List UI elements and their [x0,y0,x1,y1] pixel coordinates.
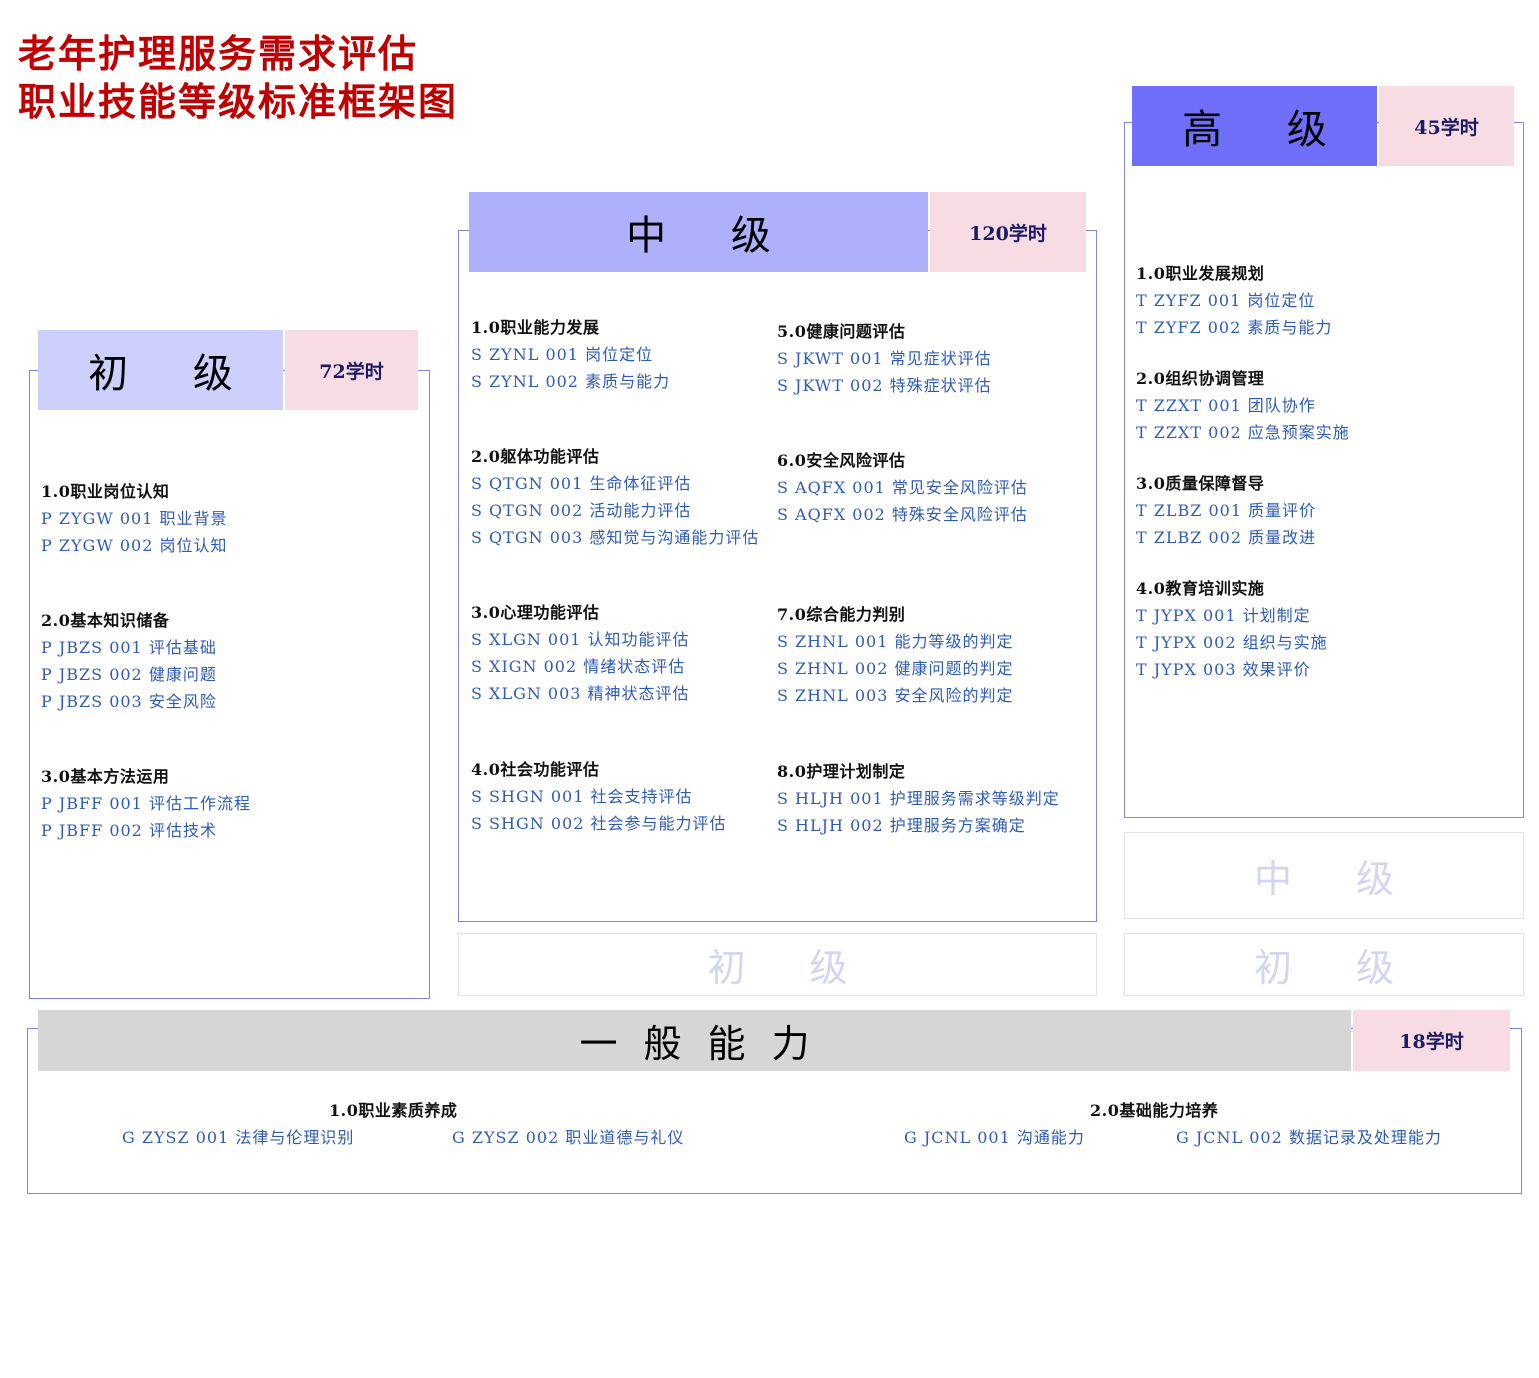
primary-group-2: 2.0基本知识储备 P JBZS 001 评估基础 P JBZS 002 健康问… [41,607,217,715]
intermediate-group-3: 3.0心理功能评估 S XLGN 001 认知功能评估 S XIGN 002 情… [471,599,690,707]
group-title: 3.0心理功能评估 [471,603,600,622]
unit-item: P JBFF 002 评估技术 [41,821,217,840]
intermediate-group-4: 4.0社会功能评估 S SHGN 001 社会支持评估 S SHGN 002 社… [471,756,726,837]
unit-item: T ZLBZ 001 质量评价 [1136,501,1317,520]
unit-item: P ZYGW 002 岗位认知 [41,536,228,555]
unit-item: S JKWT 002 特殊症状评估 [777,376,992,395]
intermediate-level-header: 中 级 [469,192,928,272]
intermediate-hours-badge: 120学时 [930,192,1086,272]
general-group-1-item-1: G ZYSZ 001 法律与伦理识别 [122,1124,354,1151]
unit-item: T JYPX 003 效果评价 [1136,660,1311,679]
advanced-hours-badge: 45学时 [1379,86,1514,166]
group-title: 2.0基础能力培养 [1090,1101,1219,1120]
general-group-2-item-1: G JCNL 001 沟通能力 [904,1124,1085,1151]
group-title: 1.0职业发展规划 [1136,264,1265,283]
unit-item: S HLJH 001 护理服务需求等级判定 [777,789,1060,808]
unit-item: T ZZXT 001 团队协作 [1136,396,1316,415]
unit-item: S QTGN 003 感知觉与沟通能力评估 [471,528,760,547]
unit-item: S QTGN 002 活动能力评估 [471,501,692,520]
general-hours-badge: 18学时 [1353,1010,1510,1071]
unit-item: T ZLBZ 002 质量改进 [1136,528,1317,547]
group-title: 2.0基本知识储备 [41,611,170,630]
general-group-2-title-wrap: 2.0基础能力培养 [1090,1097,1218,1124]
group-title: 8.0护理计划制定 [777,762,906,781]
primary-level-header: 初 级 [38,330,283,410]
unit-item: S QTGN 001 生命体征评估 [471,474,692,493]
group-title: 5.0健康问题评估 [777,322,906,341]
unit-item: S AQFX 001 常见安全风险评估 [777,478,1028,497]
unit-item: S JKWT 001 常见症状评估 [777,349,992,368]
group-title: 3.0质量保障督导 [1136,474,1265,493]
unit-item: P JBZS 002 健康问题 [41,665,217,684]
unit-item: S ZHNL 001 能力等级的判定 [777,632,1014,651]
group-title: 4.0社会功能评估 [471,760,600,779]
unit-item: T ZYFZ 002 素质与能力 [1136,318,1333,337]
group-title: 1.0职业素质养成 [329,1101,458,1120]
group-title: 1.0职业能力发展 [471,318,600,337]
unit-item: P JBZS 001 评估基础 [41,638,217,657]
group-title: 2.0组织协调管理 [1136,369,1265,388]
intermediate-group-1: 1.0职业能力发展 S ZYNL 001 岗位定位 S ZYNL 002 素质与… [471,314,670,395]
advanced-group-3: 3.0质量保障督导 T ZLBZ 001 质量评价 T ZLBZ 002 质量改… [1136,470,1316,551]
unit-item: S HLJH 002 护理服务方案确定 [777,816,1026,835]
advanced-level-header: 高 级 [1132,86,1377,166]
general-group-1-item-2: G ZYSZ 002 职业道德与礼仪 [452,1124,684,1151]
unit-item: T JYPX 001 计划制定 [1136,606,1311,625]
advanced-group-2: 2.0组织协调管理 T ZZXT 001 团队协作 T ZZXT 002 应急预… [1136,365,1350,446]
unit-item: S ZYNL 001 岗位定位 [471,345,654,364]
unit-item: S ZHNL 003 安全风险的判定 [777,686,1014,705]
unit-item: P JBFF 001 评估工作流程 [41,794,251,813]
general-group-1-title-wrap: 1.0职业素质养成 [329,1097,457,1124]
unit-item: G ZYSZ 001 法律与伦理识别 [122,1128,355,1147]
primary-hours-badge: 72学时 [285,330,418,410]
primary-group-1: 1.0职业岗位认知 P ZYGW 001 职业背景 P ZYGW 002 岗位认… [41,478,227,559]
unit-item: S XLGN 003 精神状态评估 [471,684,690,703]
unit-item: S AQFX 002 特殊安全风险评估 [777,505,1028,524]
unit-item: S XLGN 001 认知功能评估 [471,630,690,649]
intermediate-group-7: 7.0综合能力判别 S ZHNL 001 能力等级的判定 S ZHNL 002 … [777,601,1013,709]
advanced-ghost-intermediate-label: 中 级 [1253,857,1421,901]
intermediate-group-8: 8.0护理计划制定 S HLJH 001 护理服务需求等级判定 S HLJH 0… [777,758,1060,839]
unit-item: S SHGN 002 社会参与能力评估 [471,814,727,833]
title-line-1: 老年护理服务需求评估 [18,31,419,76]
unit-item: P ZYGW 001 职业背景 [41,509,228,528]
unit-item: S SHGN 001 社会支持评估 [471,787,693,806]
group-title: 7.0综合能力判别 [777,605,906,624]
unit-item: S XIGN 002 情绪状态评估 [471,657,686,676]
advanced-group-4: 4.0教育培训实施 T JYPX 001 计划制定 T JYPX 002 组织与… [1136,575,1328,683]
group-title: 2.0躯体功能评估 [471,447,600,466]
unit-item: G ZYSZ 002 职业道德与礼仪 [452,1128,685,1147]
intermediate-ghost-primary-label: 初 级 [707,946,874,990]
unit-item: S ZYNL 002 素质与能力 [471,372,671,391]
group-title: 1.0职业岗位认知 [41,482,170,501]
unit-item: T ZYFZ 001 岗位定位 [1136,291,1316,310]
general-level-header: 一般能力 [38,1010,1351,1071]
group-title: 6.0安全风险评估 [777,451,906,470]
group-title: 4.0教育培训实施 [1136,579,1265,598]
intermediate-group-2: 2.0躯体功能评估 S QTGN 001 生命体征评估 S QTGN 002 活… [471,443,759,551]
advanced-group-1: 1.0职业发展规划 T ZYFZ 001 岗位定位 T ZYFZ 002 素质与… [1136,260,1332,341]
unit-item: S ZHNL 002 健康问题的判定 [777,659,1014,678]
unit-item: G JCNL 001 沟通能力 [904,1128,1085,1147]
intermediate-group-6: 6.0安全风险评估 S AQFX 001 常见安全风险评估 S AQFX 002… [777,447,1028,528]
primary-group-3: 3.0基本方法运用 P JBFF 001 评估工作流程 P JBFF 002 评… [41,763,251,844]
general-group-2-item-2: G JCNL 002 数据记录及处理能力 [1176,1124,1442,1151]
unit-item: T ZZXT 002 应急预案实施 [1136,423,1350,442]
unit-item: P JBZS 003 安全风险 [41,692,217,711]
group-title: 3.0基本方法运用 [41,767,170,786]
unit-item: G JCNL 002 数据记录及处理能力 [1176,1128,1442,1147]
title-line-2: 职业技能等级标准框架图 [18,79,459,124]
unit-item: T JYPX 002 组织与实施 [1136,633,1328,652]
advanced-ghost-primary-label: 初 级 [1253,946,1421,990]
intermediate-group-5: 5.0健康问题评估 S JKWT 001 常见症状评估 S JKWT 002 特… [777,318,992,399]
